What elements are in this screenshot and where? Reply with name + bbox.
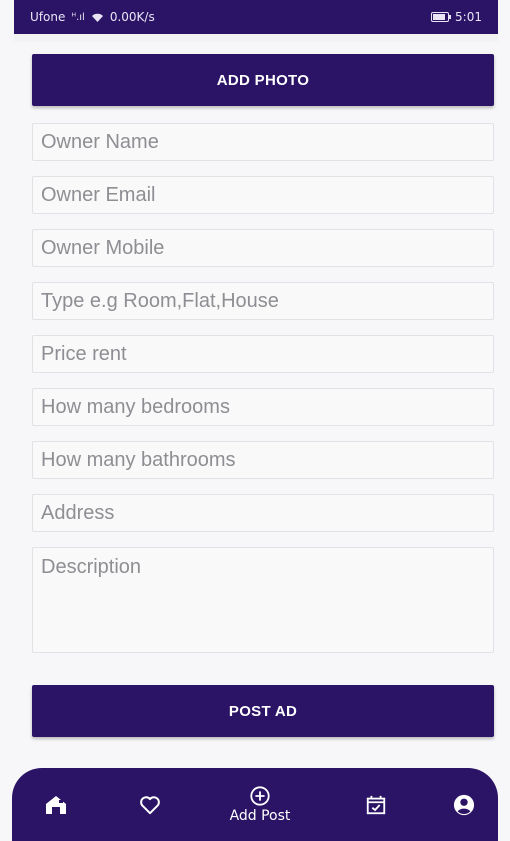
- top-divider: [14, 34, 498, 42]
- nav-home[interactable]: [34, 768, 78, 841]
- heart-icon: [139, 795, 161, 815]
- owner-name-input[interactable]: [32, 123, 494, 161]
- status-left: Ufone ᴴ.ıl 0.00K/s: [30, 10, 155, 24]
- home-icon: [44, 794, 68, 816]
- nav-favorites[interactable]: [128, 768, 172, 841]
- owner-mobile-input[interactable]: [32, 229, 494, 267]
- price-rent-input[interactable]: [32, 335, 494, 373]
- property-type-input[interactable]: [32, 282, 494, 320]
- bathrooms-input[interactable]: [32, 441, 494, 479]
- net-speed: 0.00K/s: [109, 10, 155, 24]
- nav-bookings[interactable]: [354, 768, 398, 841]
- owner-email-input[interactable]: [32, 176, 494, 214]
- add-circle-icon: [249, 785, 271, 807]
- bottom-nav: Add Post: [12, 768, 498, 841]
- signal-icon: ᴴ.ıl: [71, 11, 85, 23]
- carrier-name: Ufone: [30, 10, 66, 24]
- wifi-icon: [91, 12, 104, 23]
- account-icon: [453, 794, 475, 816]
- calendar-check-icon: [365, 794, 387, 816]
- status-bar: Ufone ᴴ.ıl 0.00K/s 5:01: [14, 0, 498, 34]
- status-right: 5:01: [431, 10, 482, 24]
- description-textarea[interactable]: [32, 547, 494, 653]
- nav-add-post-label: Add Post: [229, 808, 291, 824]
- address-input[interactable]: [32, 494, 494, 532]
- add-photo-button[interactable]: ADD PHOTO: [32, 54, 494, 106]
- bedrooms-input[interactable]: [32, 388, 494, 426]
- nav-add-post[interactable]: Add Post: [215, 768, 305, 841]
- post-ad-button[interactable]: POST AD: [32, 685, 494, 737]
- battery-icon: [431, 12, 452, 22]
- clock: 5:01: [455, 10, 482, 24]
- nav-profile[interactable]: [442, 768, 486, 841]
